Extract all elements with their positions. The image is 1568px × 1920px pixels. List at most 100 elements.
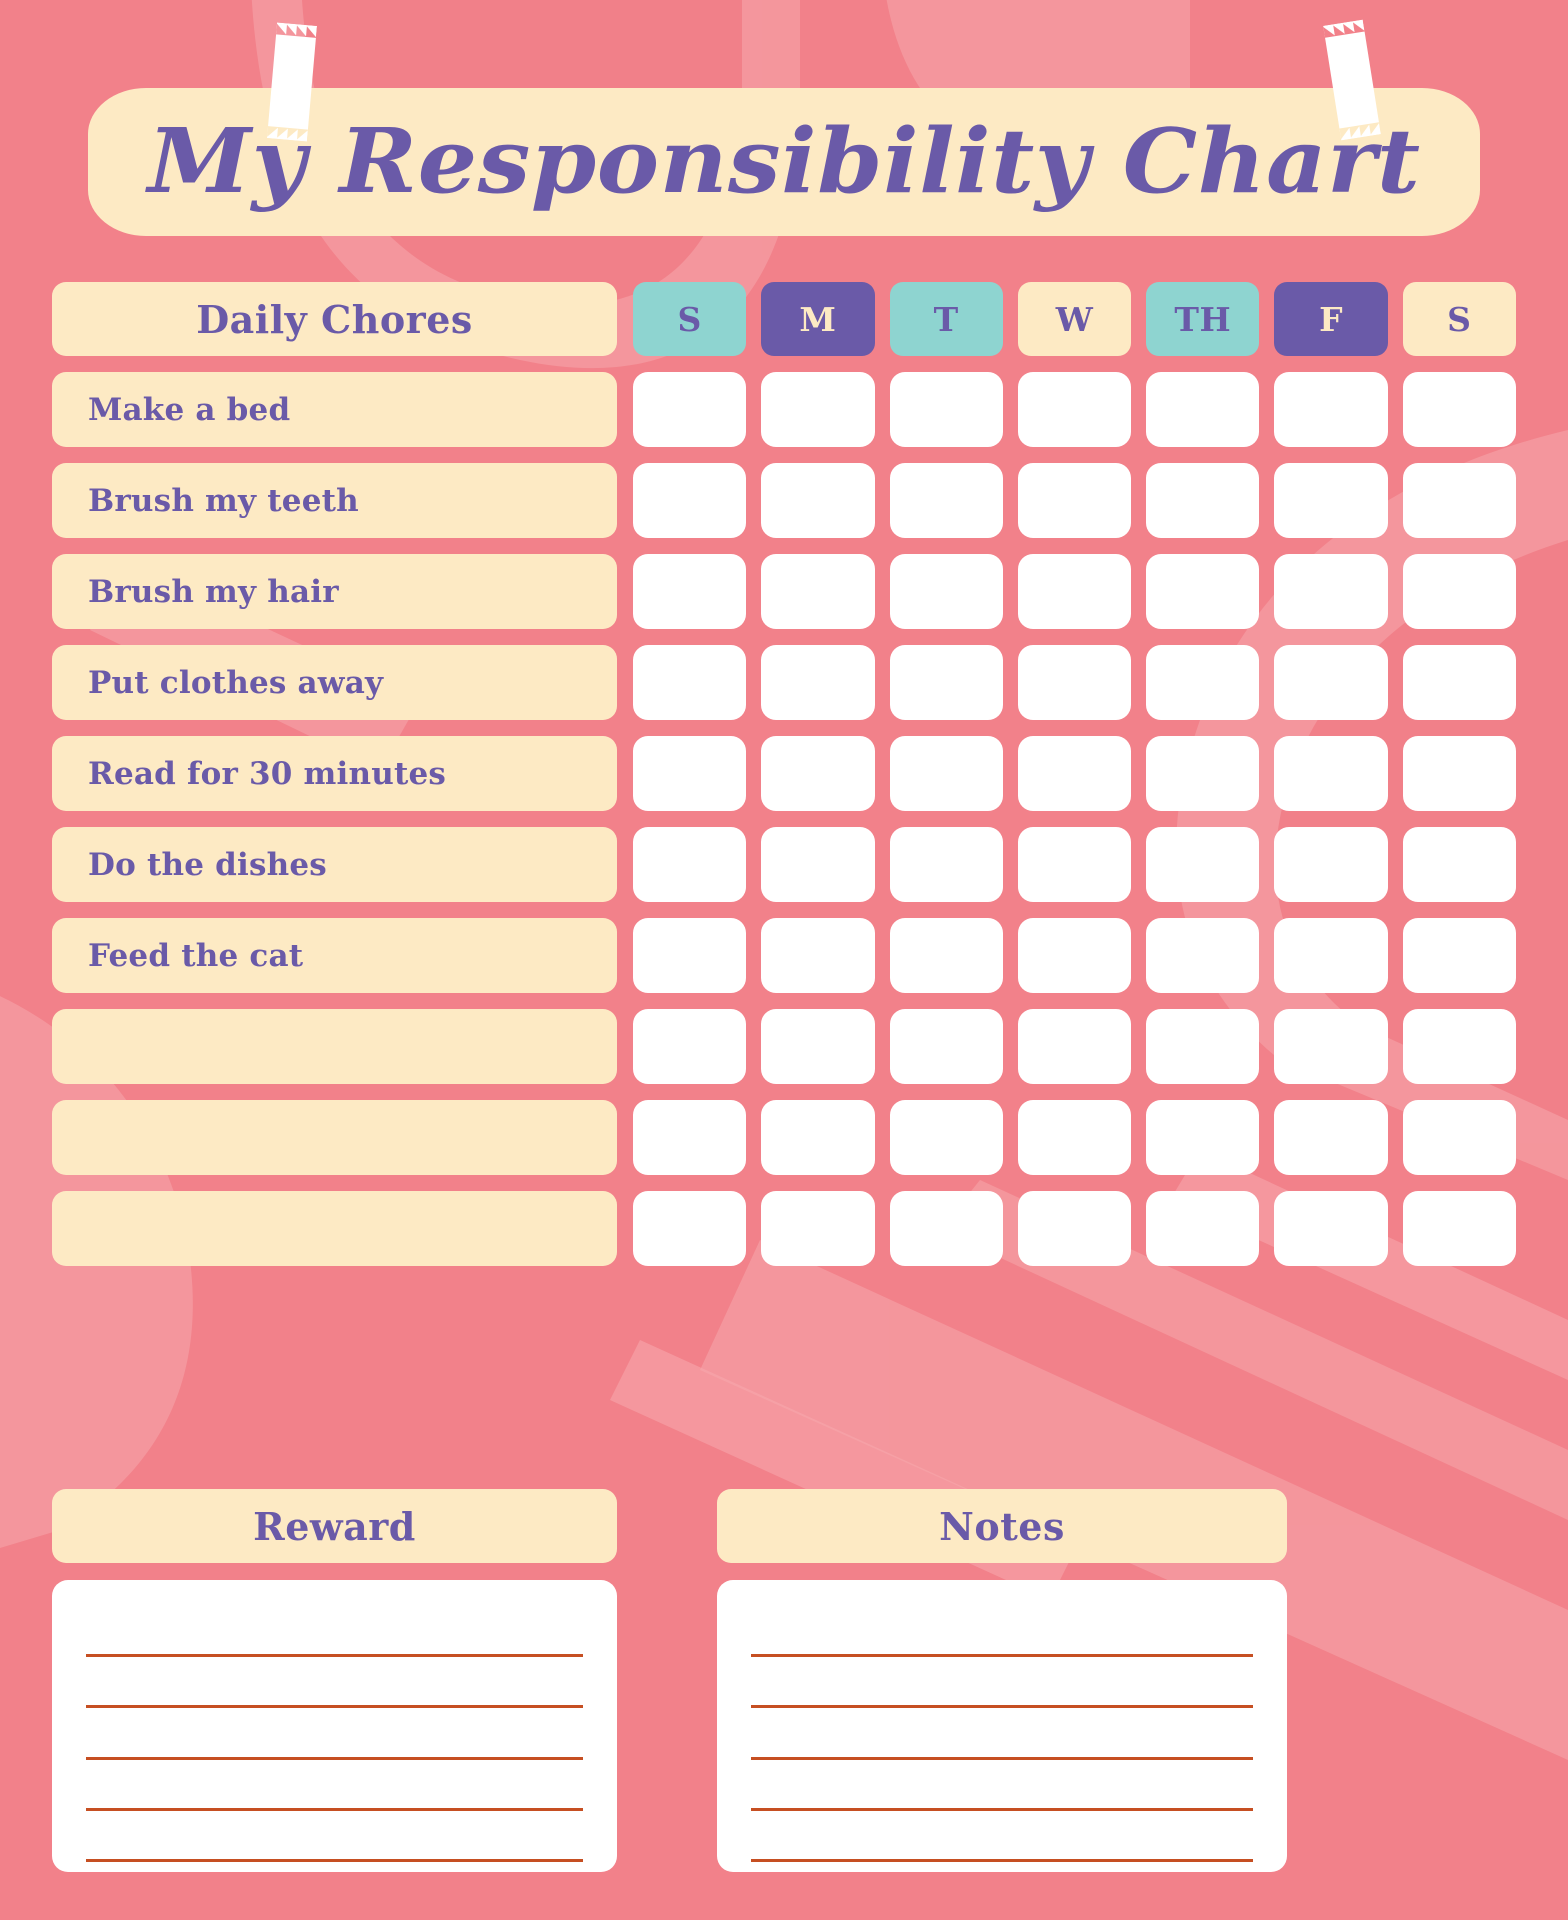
reward-line-1[interactable] bbox=[86, 1657, 583, 1709]
reward-line-3[interactable] bbox=[86, 1760, 583, 1811]
reward-line-0[interactable] bbox=[86, 1606, 583, 1658]
checkbox-cell-r0-c0[interactable] bbox=[633, 372, 747, 447]
notes-line-4[interactable] bbox=[751, 1811, 1253, 1863]
checkbox-cell-r9-c3[interactable] bbox=[1017, 1191, 1132, 1266]
checkbox-cell-r7-c6[interactable] bbox=[1402, 1009, 1516, 1084]
chore-label-cell-5[interactable]: Do the dishes bbox=[52, 827, 617, 902]
checkbox-cell-r7-c0[interactable] bbox=[633, 1009, 747, 1084]
day-header-0[interactable]: S bbox=[633, 282, 747, 356]
checkbox-cell-r7-c5[interactable] bbox=[1274, 1009, 1388, 1084]
day-header-3[interactable]: W bbox=[1017, 282, 1132, 356]
checkbox-cell-r1-c4[interactable] bbox=[1146, 463, 1260, 538]
day-header-5[interactable]: F bbox=[1274, 282, 1388, 356]
chore-label-cell-0[interactable]: Make a bed bbox=[52, 372, 617, 447]
checkbox-cell-r2-c4[interactable] bbox=[1146, 554, 1260, 629]
checkbox-cell-r3-c1[interactable] bbox=[761, 645, 875, 720]
checkbox-cell-r3-c4[interactable] bbox=[1146, 645, 1260, 720]
checkbox-cell-r4-c1[interactable] bbox=[761, 736, 875, 811]
chore-label-cell-9[interactable] bbox=[52, 1191, 617, 1266]
checkbox-cell-r7-c4[interactable] bbox=[1146, 1009, 1260, 1084]
checkbox-cell-r1-c5[interactable] bbox=[1274, 463, 1388, 538]
checkbox-cell-r4-c6[interactable] bbox=[1402, 736, 1516, 811]
chore-label-cell-3[interactable]: Put clothes away bbox=[52, 645, 617, 720]
checkbox-cell-r6-c5[interactable] bbox=[1274, 918, 1388, 993]
checkbox-cell-r5-c2[interactable] bbox=[889, 827, 1003, 902]
checkbox-cell-r3-c3[interactable] bbox=[1017, 645, 1132, 720]
checkbox-cell-r4-c4[interactable] bbox=[1146, 736, 1260, 811]
reward-writing-area[interactable] bbox=[52, 1580, 617, 1872]
chore-label-cell-7[interactable] bbox=[52, 1009, 617, 1084]
checkbox-cell-r6-c6[interactable] bbox=[1402, 918, 1516, 993]
chore-label-cell-8[interactable] bbox=[52, 1100, 617, 1175]
checkbox-cell-r8-c2[interactable] bbox=[889, 1100, 1003, 1175]
checkbox-cell-r6-c2[interactable] bbox=[889, 918, 1003, 993]
checkbox-cell-r9-c0[interactable] bbox=[633, 1191, 747, 1266]
checkbox-cell-r9-c4[interactable] bbox=[1146, 1191, 1260, 1266]
reward-line-4[interactable] bbox=[86, 1811, 583, 1863]
checkbox-cell-r5-c5[interactable] bbox=[1274, 827, 1388, 902]
checkbox-cell-r0-c5[interactable] bbox=[1274, 372, 1388, 447]
checkbox-cell-r4-c3[interactable] bbox=[1017, 736, 1132, 811]
checkbox-cell-r5-c3[interactable] bbox=[1017, 827, 1132, 902]
checkbox-cell-r9-c5[interactable] bbox=[1274, 1191, 1388, 1266]
chore-label-cell-6[interactable]: Feed the cat bbox=[52, 918, 617, 993]
notes-line-3[interactable] bbox=[751, 1760, 1253, 1811]
day-header-2[interactable]: T bbox=[889, 282, 1003, 356]
checkbox-cell-r3-c5[interactable] bbox=[1274, 645, 1388, 720]
checkbox-cell-r8-c4[interactable] bbox=[1146, 1100, 1260, 1175]
checkbox-cell-r4-c2[interactable] bbox=[889, 736, 1003, 811]
checkbox-cell-r6-c0[interactable] bbox=[633, 918, 747, 993]
chore-label-cell-1[interactable]: Brush my teeth bbox=[52, 463, 617, 538]
checkbox-cell-r5-c0[interactable] bbox=[633, 827, 747, 902]
checkbox-cell-r3-c6[interactable] bbox=[1402, 645, 1516, 720]
checkbox-cell-r2-c2[interactable] bbox=[889, 554, 1003, 629]
checkbox-cell-r4-c5[interactable] bbox=[1274, 736, 1388, 811]
day-header-4[interactable]: TH bbox=[1146, 282, 1260, 356]
checkbox-cell-r7-c2[interactable] bbox=[889, 1009, 1003, 1084]
checkbox-cell-r8-c5[interactable] bbox=[1274, 1100, 1388, 1175]
chore-label-cell-4[interactable]: Read for 30 minutes bbox=[52, 736, 617, 811]
notes-line-2[interactable] bbox=[751, 1708, 1253, 1760]
checkbox-cell-r8-c1[interactable] bbox=[761, 1100, 875, 1175]
checkbox-cell-r2-c6[interactable] bbox=[1402, 554, 1516, 629]
day-header-6[interactable]: S bbox=[1402, 282, 1516, 356]
checkbox-cell-r5-c4[interactable] bbox=[1146, 827, 1260, 902]
day-header-1[interactable]: M bbox=[761, 282, 875, 356]
checkbox-cell-r2-c1[interactable] bbox=[761, 554, 875, 629]
checkbox-cell-r1-c2[interactable] bbox=[889, 463, 1003, 538]
checkbox-cell-r9-c2[interactable] bbox=[889, 1191, 1003, 1266]
checkbox-cell-r1-c3[interactable] bbox=[1017, 463, 1132, 538]
checkbox-cell-r9-c6[interactable] bbox=[1402, 1191, 1516, 1266]
checkbox-cell-r8-c0[interactable] bbox=[633, 1100, 747, 1175]
checkbox-cell-r6-c4[interactable] bbox=[1146, 918, 1260, 993]
chore-label-cell-2[interactable]: Brush my hair bbox=[52, 554, 617, 629]
checkbox-cell-r2-c5[interactable] bbox=[1274, 554, 1388, 629]
checkbox-cell-r7-c3[interactable] bbox=[1017, 1009, 1132, 1084]
checkbox-cell-r2-c3[interactable] bbox=[1017, 554, 1132, 629]
checkbox-cell-r0-c6[interactable] bbox=[1402, 372, 1516, 447]
checkbox-cell-r0-c2[interactable] bbox=[889, 372, 1003, 447]
checkbox-cell-r1-c6[interactable] bbox=[1402, 463, 1516, 538]
checkbox-cell-r3-c0[interactable] bbox=[633, 645, 747, 720]
checkbox-cell-r8-c6[interactable] bbox=[1402, 1100, 1516, 1175]
checkbox-cell-r2-c0[interactable] bbox=[633, 554, 747, 629]
checkbox-cell-r6-c1[interactable] bbox=[761, 918, 875, 993]
checkbox-cell-r5-c6[interactable] bbox=[1402, 827, 1516, 902]
checkbox-cell-r1-c1[interactable] bbox=[761, 463, 875, 538]
checkbox-cell-r6-c3[interactable] bbox=[1017, 918, 1132, 993]
reward-line-2[interactable] bbox=[86, 1708, 583, 1760]
checkbox-cell-r3-c2[interactable] bbox=[889, 645, 1003, 720]
checkbox-cell-r8-c3[interactable] bbox=[1017, 1100, 1132, 1175]
table-row bbox=[52, 1100, 1516, 1175]
checkbox-cell-r1-c0[interactable] bbox=[633, 463, 747, 538]
notes-writing-area[interactable] bbox=[717, 1580, 1287, 1872]
checkbox-cell-r0-c4[interactable] bbox=[1146, 372, 1260, 447]
checkbox-cell-r0-c3[interactable] bbox=[1017, 372, 1132, 447]
checkbox-cell-r9-c1[interactable] bbox=[761, 1191, 875, 1266]
checkbox-cell-r4-c0[interactable] bbox=[633, 736, 747, 811]
notes-line-1[interactable] bbox=[751, 1657, 1253, 1709]
checkbox-cell-r0-c1[interactable] bbox=[761, 372, 875, 447]
checkbox-cell-r5-c1[interactable] bbox=[761, 827, 875, 902]
checkbox-cell-r7-c1[interactable] bbox=[761, 1009, 875, 1084]
notes-line-0[interactable] bbox=[751, 1606, 1253, 1658]
